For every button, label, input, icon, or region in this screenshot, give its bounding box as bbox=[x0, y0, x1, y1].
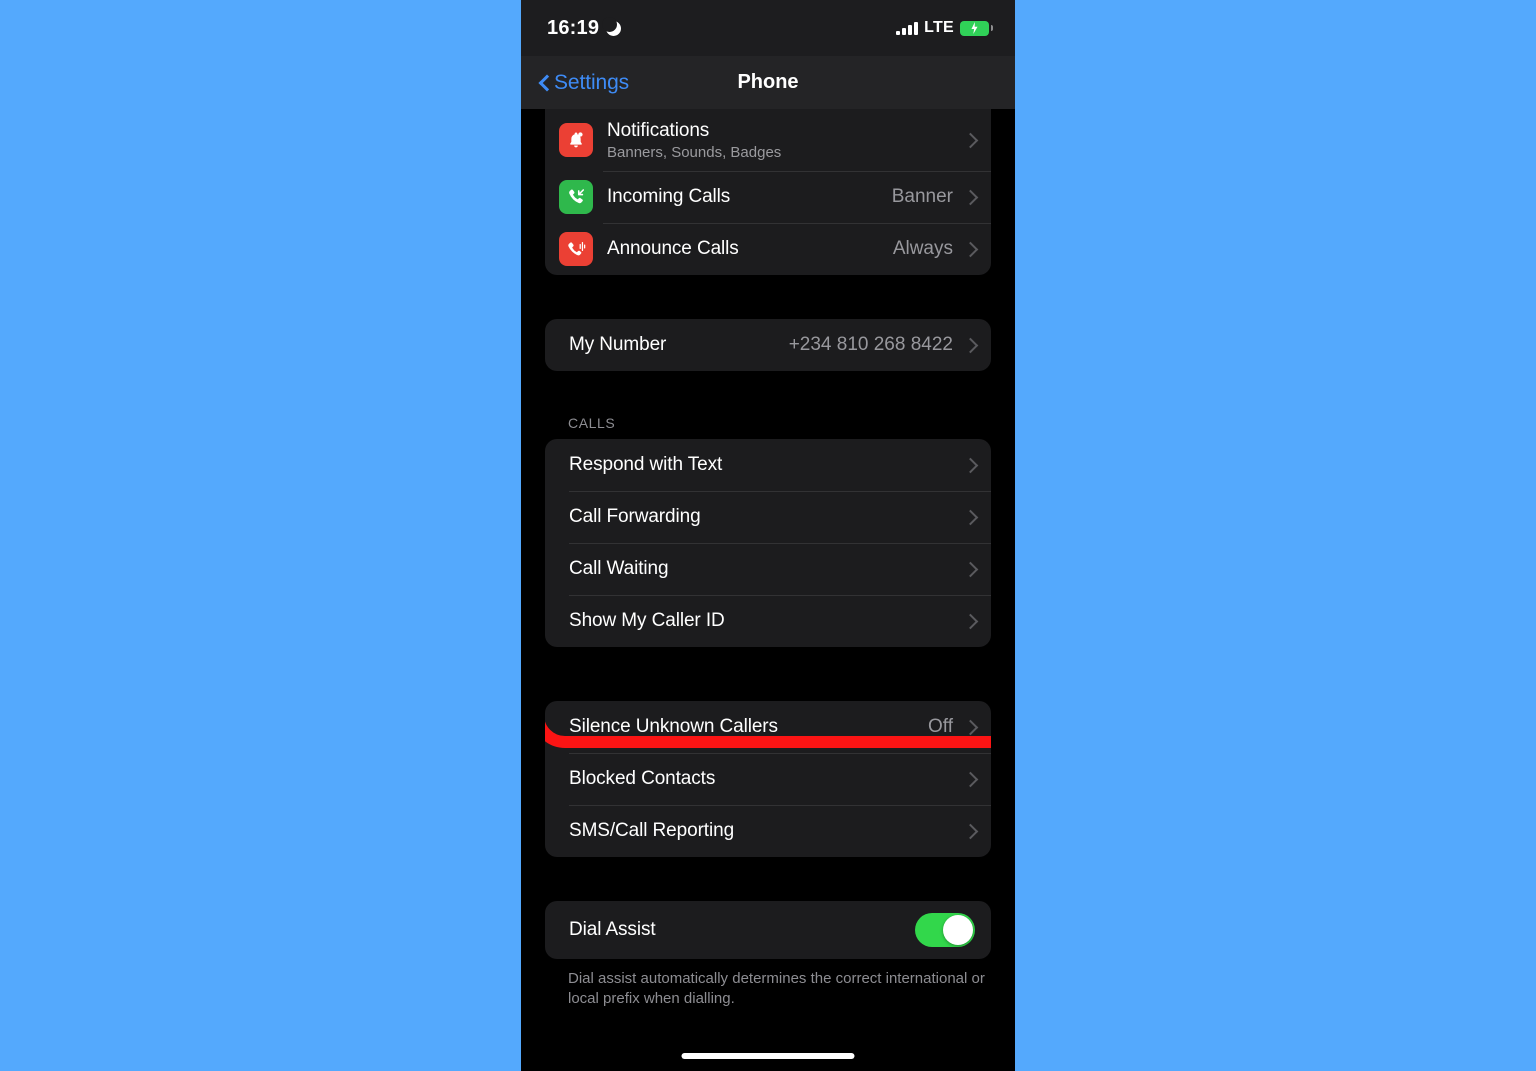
row-dial-assist-text: Dial Assist bbox=[569, 919, 915, 941]
navigation-bar: Settings Phone bbox=[521, 56, 1015, 109]
status-time: 16:19 bbox=[547, 16, 600, 39]
cellular-signal-icon bbox=[896, 21, 919, 35]
my-number-card: My Number +234 810 268 8422 bbox=[545, 319, 991, 371]
row-dial-assist[interactable]: Dial Assist bbox=[545, 901, 991, 959]
chevron-right-icon bbox=[965, 131, 975, 149]
row-title: SMS/Call Reporting bbox=[569, 820, 735, 841]
battery-charging-icon bbox=[960, 20, 993, 36]
status-bar-left: 16:19 bbox=[547, 16, 622, 40]
row-sms-call-reporting-text: SMS/Call Reporting bbox=[569, 820, 963, 842]
row-title: Show My Caller ID bbox=[569, 610, 725, 631]
crescent-moon-icon bbox=[602, 16, 622, 36]
bell-icon bbox=[559, 123, 593, 157]
chevron-right-icon bbox=[965, 822, 975, 840]
row-call-forwarding-text: Call Forwarding bbox=[569, 506, 963, 528]
row-title: Call Forwarding bbox=[569, 506, 701, 527]
dial-assist-card: Dial Assist bbox=[545, 901, 991, 959]
row-title: Silence Unknown Callers bbox=[569, 716, 778, 737]
row-show-my-caller-id[interactable]: Show My Caller ID bbox=[545, 595, 991, 647]
row-announce-calls-text: Announce Calls bbox=[607, 238, 893, 260]
row-respond-with-text[interactable]: Respond with Text bbox=[545, 439, 991, 491]
home-indicator[interactable] bbox=[681, 1053, 855, 1059]
dial-assist-footnote: Dial assist automatically determines the… bbox=[568, 970, 985, 1008]
chevron-right-icon bbox=[965, 612, 975, 630]
iphone-screenshot: 16:19 LTE Settings Phone Notifications B… bbox=[521, 0, 1015, 1071]
row-call-waiting[interactable]: Call Waiting bbox=[545, 543, 991, 595]
row-title: Call Waiting bbox=[569, 558, 669, 579]
toggle-knob bbox=[943, 915, 973, 945]
row-silence-unknown-callers[interactable]: Silence Unknown Callers Off bbox=[545, 701, 991, 753]
status-bar-right: LTE bbox=[896, 19, 993, 37]
silence-group-card: Silence Unknown Callers Off Blocked Cont… bbox=[545, 701, 991, 857]
back-button-label: Settings bbox=[554, 70, 630, 94]
settings-scroll-area[interactable]: Notifications Banners, Sounds, Badges In… bbox=[521, 109, 1015, 1071]
chevron-right-icon bbox=[965, 560, 975, 578]
dial-assist-toggle[interactable] bbox=[915, 913, 975, 947]
row-incoming-calls-text: Incoming Calls bbox=[607, 186, 892, 208]
row-respond-with-text-text: Respond with Text bbox=[569, 454, 963, 476]
row-title: Incoming Calls bbox=[607, 186, 731, 207]
chevron-left-icon bbox=[538, 73, 550, 93]
row-notifications-text: Notifications Banners, Sounds, Badges bbox=[607, 120, 963, 161]
row-silence-unknown-callers-text: Silence Unknown Callers bbox=[569, 716, 928, 738]
chevron-right-icon bbox=[965, 456, 975, 474]
network-label: LTE bbox=[924, 19, 954, 36]
row-title: Dial Assist bbox=[569, 919, 656, 940]
row-blocked-contacts[interactable]: Blocked Contacts bbox=[545, 753, 991, 805]
chevron-right-icon bbox=[965, 770, 975, 788]
back-button[interactable]: Settings bbox=[538, 71, 629, 95]
row-title: Announce Calls bbox=[607, 238, 739, 259]
row-title: Respond with Text bbox=[569, 454, 723, 475]
announce-call-icon bbox=[559, 232, 593, 266]
incoming-call-icon bbox=[559, 180, 593, 214]
calls-group-card: Respond with Text Call Forwarding Call W… bbox=[545, 439, 991, 647]
row-title: Notifications bbox=[607, 119, 710, 141]
row-call-waiting-text: Call Waiting bbox=[569, 558, 963, 580]
row-title: My Number bbox=[569, 334, 667, 355]
page-background: 16:19 LTE Settings Phone Notifications B… bbox=[0, 0, 1536, 1071]
row-show-my-caller-id-text: Show My Caller ID bbox=[569, 610, 963, 632]
row-notifications[interactable]: Notifications Banners, Sounds, Badges bbox=[545, 109, 991, 171]
notifications-group-card: Notifications Banners, Sounds, Badges In… bbox=[545, 109, 991, 275]
row-sms-call-reporting[interactable]: SMS/Call Reporting bbox=[545, 805, 991, 857]
chevron-right-icon bbox=[965, 240, 975, 258]
row-value: Always bbox=[892, 238, 953, 259]
row-subtitle: Banners, Sounds, Badges bbox=[607, 143, 782, 161]
row-call-forwarding[interactable]: Call Forwarding bbox=[545, 491, 991, 543]
row-incoming-calls[interactable]: Incoming Calls Banner bbox=[545, 171, 991, 223]
chevron-right-icon bbox=[965, 718, 975, 736]
chevron-right-icon bbox=[965, 188, 975, 206]
row-blocked-contacts-text: Blocked Contacts bbox=[569, 768, 963, 790]
row-title: Blocked Contacts bbox=[569, 768, 716, 789]
row-value: Banner bbox=[891, 186, 953, 207]
section-header-calls: CALLS bbox=[568, 415, 616, 431]
chevron-right-icon bbox=[965, 508, 975, 526]
row-announce-calls[interactable]: Announce Calls Always bbox=[545, 223, 991, 275]
row-value: Off bbox=[928, 716, 953, 737]
row-value: +234 810 268 8422 bbox=[788, 334, 953, 355]
row-my-number-text: My Number bbox=[569, 334, 789, 356]
row-my-number[interactable]: My Number +234 810 268 8422 bbox=[545, 319, 991, 371]
chevron-right-icon bbox=[965, 336, 975, 354]
status-bar: 16:19 LTE bbox=[521, 0, 1015, 56]
